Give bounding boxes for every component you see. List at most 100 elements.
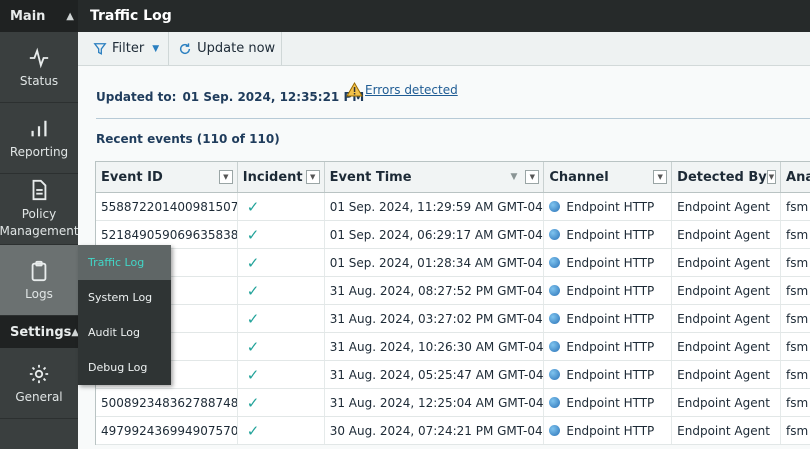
chevron-up-icon: ▲ [66,10,74,22]
sidebar-section-main[interactable]: Main ▲ [0,0,78,32]
sidebar-item-logs[interactable]: Logs [0,245,78,316]
column-header-controls: ▼ ▼ [510,170,540,184]
column-filter-button[interactable]: ▼ [525,170,540,184]
recent-events-count: Recent events (110 of 110) [96,132,280,146]
events-table: Event ID ▼ Incident ▼ Event Time ▼ ▼ Cha… [95,161,810,445]
flyout-item-debug-log[interactable]: Debug Log [78,350,171,385]
cell-analyzed-by: fsm [786,311,809,326]
cell-incident: ✓ [238,333,325,360]
table-row[interactable]: 739214380✓31 Aug. 2024, 08:27:52 PM GMT-… [96,277,810,305]
cell-event-time: 01 Sep. 2024, 06:29:17 AM GMT-0400 [325,221,545,248]
cell-channel: Endpoint HTTP [544,305,673,332]
activity-icon [29,47,49,68]
errors-detected: Errors detected [346,82,458,97]
checkmark-icon: ✓ [246,309,260,328]
sidebar-item-label-line2: Management [0,223,78,238]
flyout-item-system-log[interactable]: System Log [78,280,171,315]
page-header: Traffic Log [78,0,810,32]
column-header-label: Channel [549,169,609,185]
column-filter-button[interactable]: ▼ [218,170,233,184]
updated-status: Updated to: 01 Sep. 2024, 12:35:21 PM [96,90,364,104]
divider [96,118,810,119]
cell-analyzed-by: fsm [786,283,809,298]
cell-incident: ✓ [238,221,325,248]
update-now-button[interactable]: Update now [169,32,283,65]
cell-analyzed-by: fsm [786,227,809,242]
sidebar-section-label: Main [10,8,46,24]
errors-detected-link[interactable]: Errors detected [365,83,458,97]
column-filter-button[interactable]: ▼ [653,170,668,184]
updated-value: 01 Sep. 2024, 12:35:21 PM [182,90,365,104]
sidebar-item-label: Logs [25,286,53,301]
sidebar-item-status[interactable]: Status [0,32,78,103]
globe-icon [549,201,561,212]
checkmark-icon: ✓ [246,197,260,216]
column-header-label: Event ID [101,169,163,185]
updated-label: Updated to: [96,90,177,104]
cell-channel-label: Endpoint HTTP [566,367,655,382]
column-header-channel[interactable]: Channel ▼ [544,162,673,192]
column-header-label: Incident [242,169,303,185]
column-header-analyzed[interactable]: Ana [781,162,810,192]
cell-channel: Endpoint HTTP [544,193,673,220]
cell-event-id: 5008923483627887480 [96,389,238,416]
column-filter-button[interactable]: ▼ [305,170,320,184]
table-row[interactable]: 032648947✓31 Aug. 2024, 10:26:30 AM GMT-… [96,333,810,361]
column-header-event-time[interactable]: Event Time ▼ ▼ [325,162,545,192]
column-header-label: Ana [786,169,810,185]
checkmark-icon: ✓ [246,225,260,244]
filter-icon [93,42,107,55]
filter-label: Filter [112,41,145,56]
cell-incident: ✓ [238,417,325,444]
globe-icon [549,285,561,296]
sidebar-section-settings[interactable]: Settings ▲ [0,316,78,348]
update-now-label: Update now [197,41,276,56]
cell-detected-by: Endpoint Agent [672,277,782,304]
column-header-event-id[interactable]: Event ID ▼ [96,162,238,192]
table-row[interactable]: 5008923483627887480 ✓ 31 Aug. 2024, 12:25:… [96,389,810,417]
column-header-incident[interactable]: Incident ▼ [238,162,325,192]
cell-analyzed-by: fsm [786,199,809,214]
column-header-detected-by[interactable]: Detected By ▼ [672,162,782,192]
table-row[interactable]: 4979924369949075702 ✓ 30 Aug. 2024, 07:24:… [96,417,810,445]
cell-channel: Endpoint HTTP [544,361,673,388]
cell-event-id: 4979924369949075702 [96,417,238,444]
checkmark-icon: ✓ [246,393,260,412]
table-row[interactable]: 5218490590696358381 ✓ 01 Sep. 2024, 06:29:… [96,221,810,249]
cell-incident: ✓ [238,193,325,220]
checkmark-icon: ✓ [246,421,260,440]
bar-chart-icon [31,120,47,136]
sort-descending-icon[interactable]: ▼ [510,172,517,182]
table-row[interactable]: 771446102✓31 Aug. 2024, 03:27:02 PM GMT-… [96,305,810,333]
logs-flyout-menu: Traffic Log System Log Audit Log Debug L… [78,245,171,385]
cell-incident: ✓ [238,277,325,304]
cell-channel-label: Endpoint HTTP [566,283,655,298]
cell-channel-label: Endpoint HTTP [566,199,655,214]
table-row[interactable]: 641917216✓31 Aug. 2024, 05:25:47 AM GMT-… [96,361,810,389]
cell-analyzed-by: fsm [786,395,809,410]
cell-event-time: 31 Aug. 2024, 12:25:04 AM GMT-0400 [325,389,545,416]
cell-detected-by: Endpoint Agent [672,361,782,388]
column-header-label: Detected By [677,169,767,185]
flyout-item-audit-log[interactable]: Audit Log [78,315,171,350]
sidebar-item-reporting[interactable]: Reporting [0,103,78,174]
cell-event-id: 5218490590696358381 [96,221,238,248]
table-body: 5588722014009815073 ✓ 01 Sep. 2024, 11:29:… [96,193,810,445]
globe-icon [549,369,561,380]
cell-channel: Endpoint HTTP [544,333,673,360]
table-row[interactable]: 5588722014009815073 ✓ 01 Sep. 2024, 11:29:… [96,193,810,221]
cell-detected-by: Endpoint Agent [672,333,782,360]
toolbar: Filter ▼ Update now [78,32,810,66]
column-filter-button[interactable]: ▼ [766,170,777,184]
globe-icon [549,397,561,408]
flyout-item-traffic-log[interactable]: Traffic Log [78,245,171,280]
cell-detected-by: Endpoint Agent [672,417,782,444]
cell-channel-label: Endpoint HTTP [566,227,655,242]
table-row[interactable]: 946386923✓01 Sep. 2024, 01:28:34 AM GMT-… [96,249,810,277]
sidebar-item-policy-management[interactable]: Policy Management [0,174,78,245]
chevron-up-icon: ▲ [71,326,78,338]
cell-incident: ✓ [238,249,325,276]
filter-button[interactable]: Filter ▼ [78,32,170,65]
globe-icon [549,425,561,436]
sidebar-item-general[interactable]: General [0,348,78,419]
